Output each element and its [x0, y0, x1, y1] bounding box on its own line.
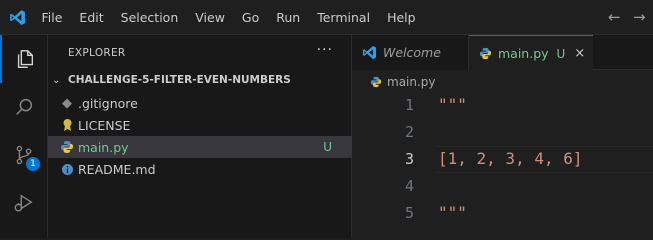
activity-bar: 1 — [0, 35, 48, 238]
file-item-readme[interactable]: README.md — [48, 158, 352, 180]
breadcrumb-file: main.py — [387, 75, 436, 89]
breadcrumb[interactable]: main.py — [370, 73, 436, 91]
code-line[interactable]: 2 — [352, 119, 653, 146]
python-icon — [370, 76, 382, 88]
more-actions-icon[interactable]: ··· — [317, 42, 333, 58]
chevron-down-icon: ⌄ — [52, 74, 61, 86]
tab-untracked-status: U — [556, 46, 566, 61]
explorer-sidebar: EXPLORER ··· ⌄ CHALLENGE-5-FILTER-EVEN-N… — [48, 35, 352, 238]
line-number: 3 — [404, 150, 414, 168]
tab-label: Welcome — [383, 45, 441, 60]
code-line[interactable]: 5 """ — [352, 200, 653, 227]
code-line[interactable]: 1 """ — [352, 92, 653, 119]
file-item-license[interactable]: LICENSE — [48, 114, 352, 136]
file-item-gitignore[interactable]: ◆ .gitignore — [48, 92, 352, 114]
menu-view[interactable]: View — [187, 0, 234, 35]
info-icon — [59, 161, 75, 177]
folder-name: CHALLENGE-5-FILTER-EVEN-NUMBERS — [68, 74, 291, 86]
code-text: """ — [438, 95, 467, 114]
file-label: README.md — [78, 161, 156, 177]
tab-main-py[interactable]: main.py U × — [469, 35, 593, 71]
gitignore-icon: ◆ — [62, 95, 72, 111]
code-text: """ — [438, 203, 467, 222]
code-line-current[interactable]: 3 [1, 2, 3, 4, 6] — [352, 146, 653, 173]
title-bar: File Edit Selection View Go Run Terminal… — [0, 0, 653, 35]
menu-bar: File Edit Selection View Go Run Terminal… — [33, 0, 424, 35]
tab-label: main.py — [498, 46, 549, 61]
line-number: 4 — [404, 177, 414, 195]
tab-welcome[interactable]: Welcome — [352, 35, 469, 70]
code-text: [1, 2, 3, 4, 6] — [438, 149, 583, 168]
source-control-activity-button[interactable]: 1 — [0, 131, 48, 179]
vscode-logo-icon — [10, 10, 25, 25]
menu-file[interactable]: File — [33, 0, 71, 35]
menu-edit[interactable]: Edit — [71, 0, 112, 35]
explorer-activity-button[interactable] — [0, 35, 48, 83]
close-icon[interactable]: × — [574, 46, 585, 61]
file-label: main.py — [78, 139, 129, 155]
files-icon — [17, 50, 34, 68]
vscode-icon — [362, 45, 377, 60]
source-control-badge: 1 — [26, 157, 40, 171]
menu-help[interactable]: Help — [379, 0, 425, 35]
license-icon — [59, 117, 75, 133]
file-label: LICENSE — [78, 117, 131, 133]
run-debug-activity-button[interactable] — [0, 179, 48, 227]
python-icon — [479, 47, 492, 60]
untracked-status: U — [323, 140, 332, 154]
editor-area: Welcome main.py U × main.py 1 """ 2 3 [1… — [352, 35, 653, 238]
line-number: 2 — [404, 123, 414, 141]
run-debug-icon — [14, 194, 33, 212]
line-number: 1 — [404, 96, 414, 114]
menu-go[interactable]: Go — [233, 0, 267, 35]
menu-run[interactable]: Run — [268, 0, 309, 35]
file-item-main-py[interactable]: main.py U — [48, 136, 352, 158]
back-arrow-icon[interactable]: ← — [608, 8, 621, 26]
code-line[interactable]: 4 — [352, 173, 653, 200]
line-number: 5 — [404, 204, 414, 222]
python-icon — [59, 139, 75, 155]
forward-arrow-icon[interactable]: → — [633, 8, 646, 26]
file-label: .gitignore — [78, 95, 138, 111]
search-icon — [16, 98, 33, 115]
explorer-title: EXPLORER — [68, 47, 126, 59]
search-activity-button[interactable] — [0, 83, 48, 131]
menu-selection[interactable]: Selection — [112, 0, 187, 35]
editor-tabs: Welcome main.py U × — [352, 35, 653, 71]
folder-header[interactable]: ⌄ CHALLENGE-5-FILTER-EVEN-NUMBERS — [48, 69, 352, 91]
menu-terminal[interactable]: Terminal — [309, 0, 379, 35]
